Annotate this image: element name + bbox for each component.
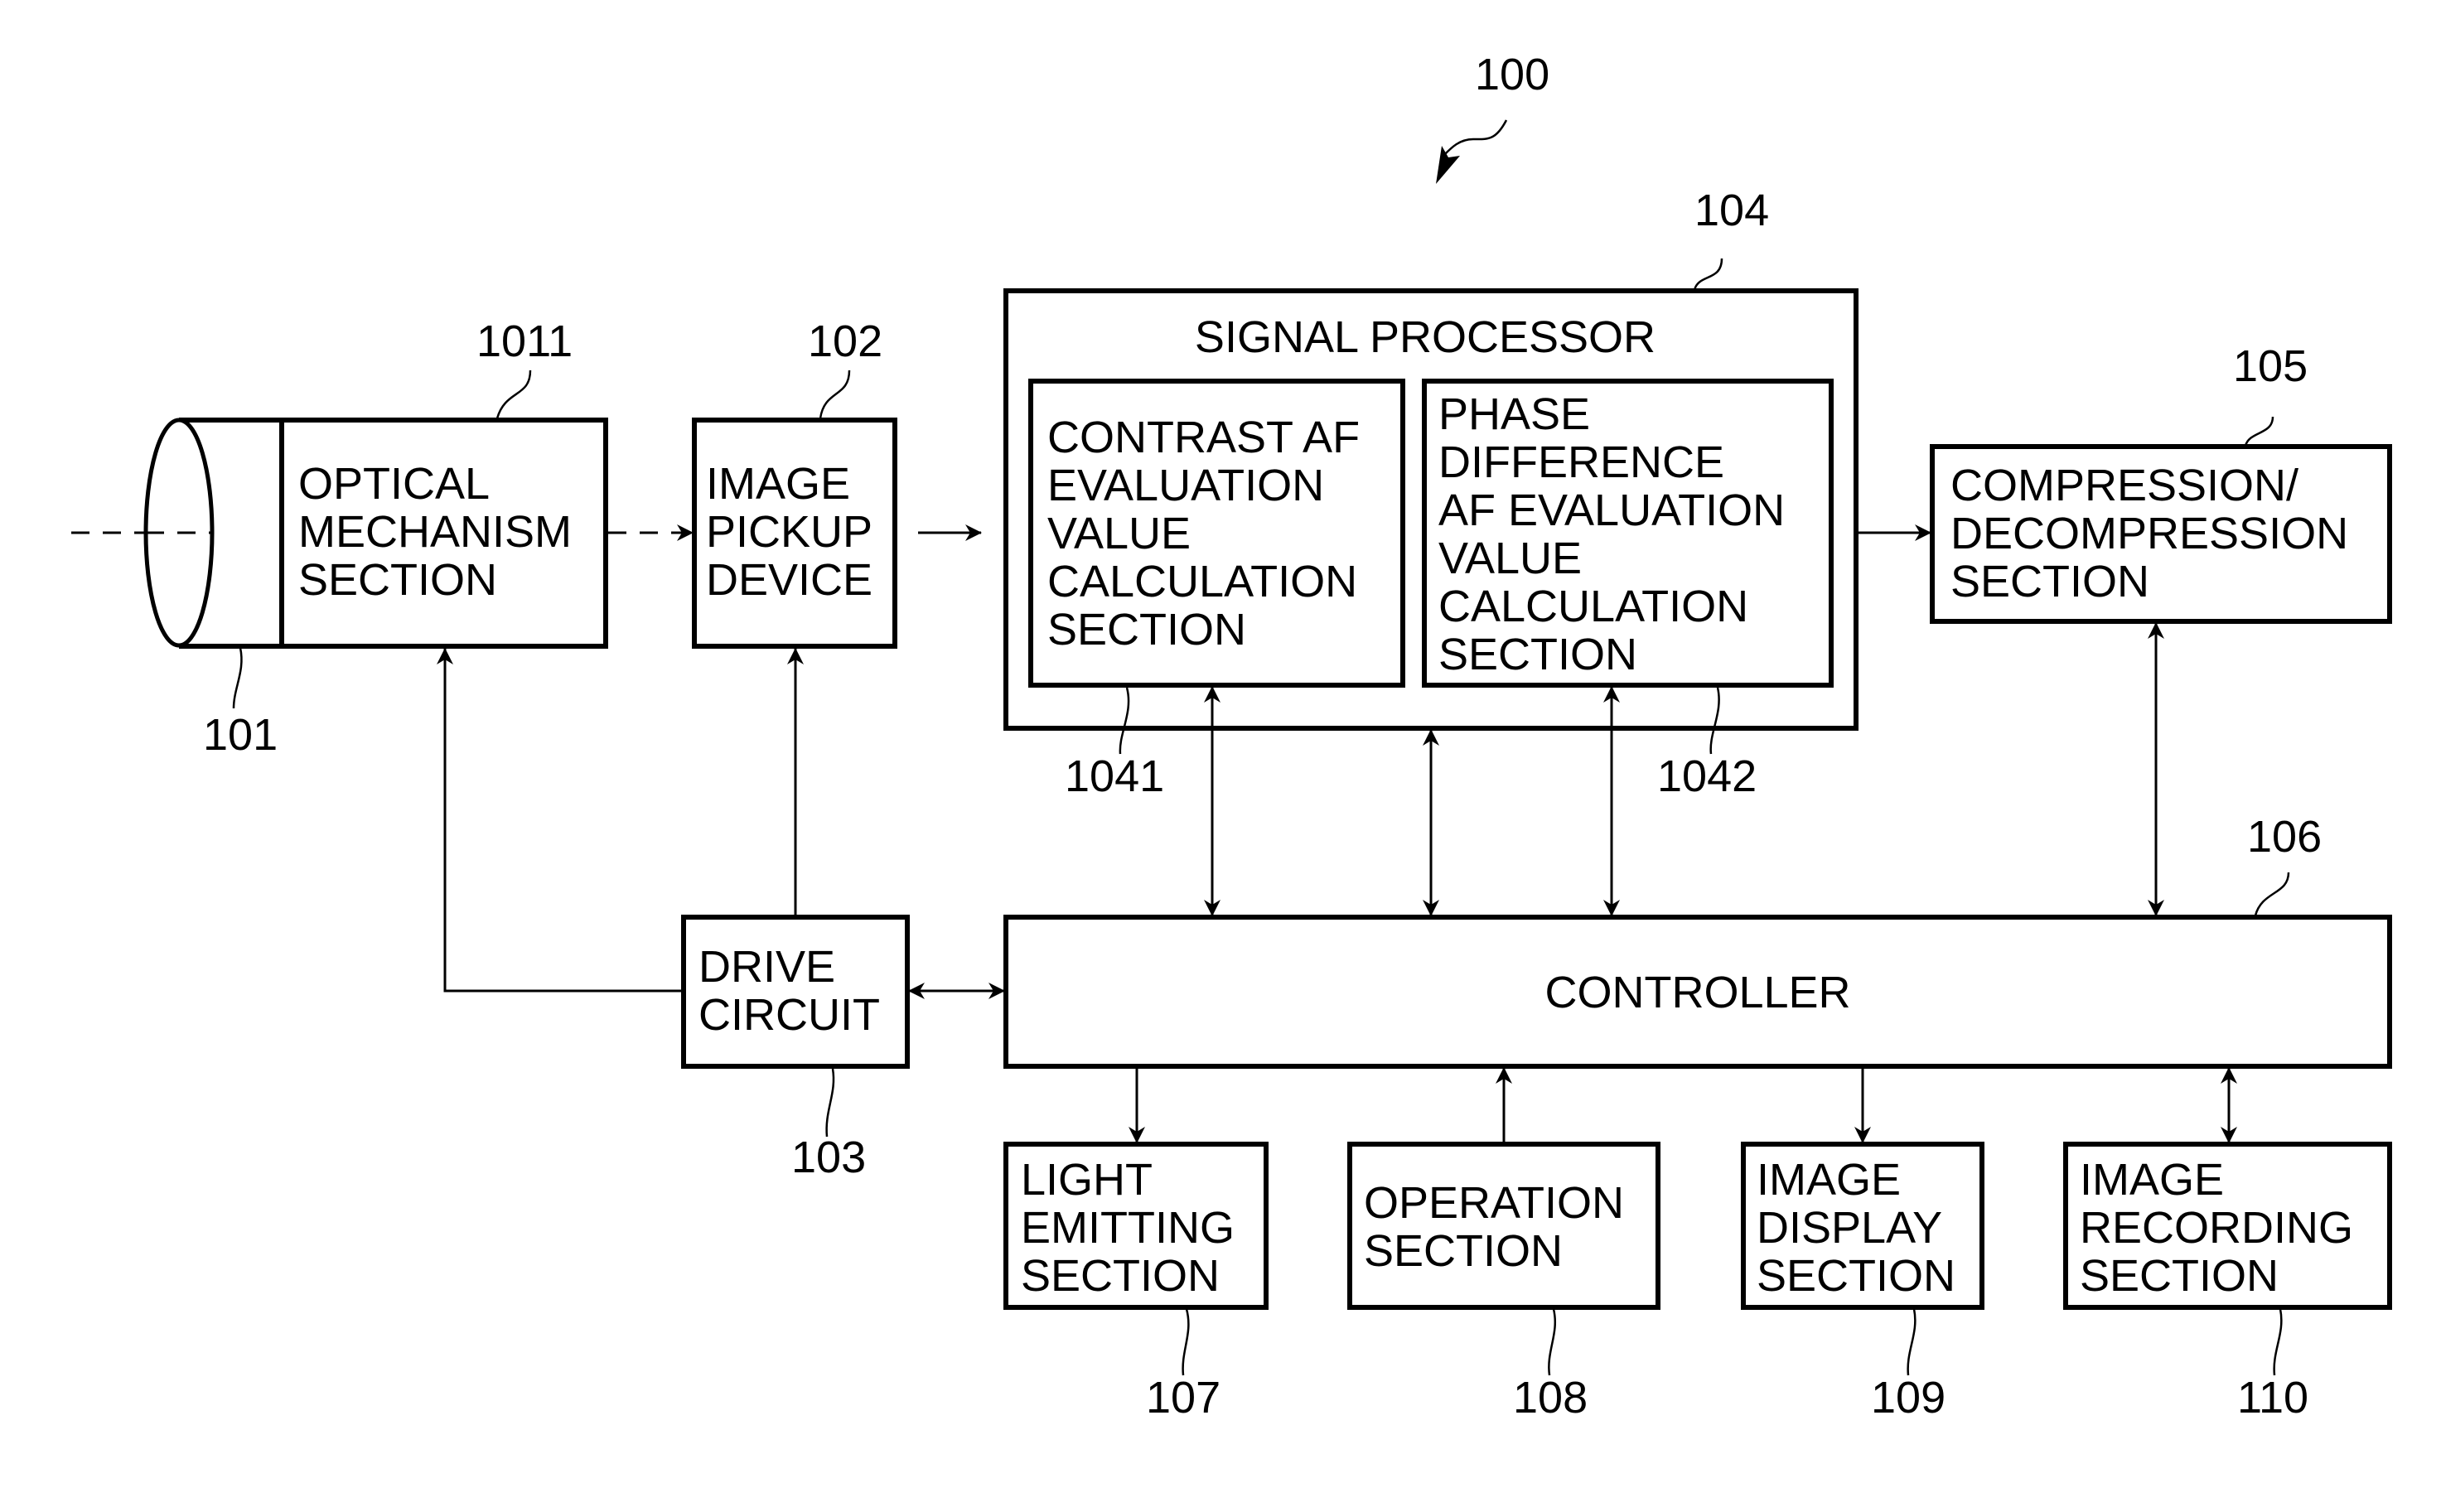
operation-section: OPERATION SECTION [1347,1142,1660,1310]
figure-ref-100: 100 [1475,50,1549,99]
contrast-line-4: CALCULATION [1047,557,1357,606]
figure-ref-leader [1441,119,1508,158]
recording-line-2: RECORDING [2080,1203,2353,1253]
ref-108: 108 [1513,1373,1588,1423]
contrast-line-5: SECTION [1047,605,1246,655]
phase-difference-af-section: PHASE DIFFERENCE AF EVALUATION VALUE CAL… [1422,379,1834,688]
ref-1011: 1011 [476,316,573,366]
compression-decompression-section: COMPRESSION/ DECOMPRESSION SECTION [1930,444,2392,624]
ref-107: 107 [1146,1373,1220,1423]
lens-101 [143,418,284,649]
leader-109 [1907,1308,1917,1376]
contrast-line-1: CONTRAST AF [1047,413,1360,462]
controller: CONTROLLER [1003,915,2392,1069]
arrow-drive-to-optical [437,648,682,993]
recording-line-1: IMAGE [2080,1155,2224,1205]
ref-103: 103 [791,1133,866,1182]
light-emitting-section: LIGHT EMITTING SECTION [1003,1142,1269,1310]
controller-title: CONTROLLER [1544,968,1850,1017]
contrast-line-3: VALUE [1047,509,1191,558]
leader-104 [1693,258,1723,291]
signal-processor-title: SIGNAL PROCESSOR [1195,312,1656,362]
light-line-1: LIGHT [1021,1155,1153,1205]
drive-circuit: DRIVE CIRCUIT [681,915,910,1069]
drive-line-1: DRIVE [698,942,835,992]
optical-line-3: SECTION [298,555,497,605]
light-line-2: EMITTING [1021,1203,1235,1253]
drive-line-2: CIRCUIT [698,990,880,1040]
pickup-line-2: PICKUP [706,507,872,557]
contrast-line-2: EVALUATION [1047,461,1324,510]
ref-109: 109 [1871,1373,1946,1423]
phase-line-3: AF EVALUATION [1438,485,1785,535]
ref-105: 105 [2233,341,2308,391]
ref-1041: 1041 [1065,751,1164,801]
ref-106: 106 [2247,812,2322,862]
leader-110 [2273,1308,2283,1376]
compression-line-1: COMPRESSION/ [1950,461,2298,510]
phase-line-1: PHASE [1438,389,1590,439]
contrast-af-section: CONTRAST AF EVALUATION VALUE CALCULATION… [1028,379,1405,688]
block-diagram: 100 101 OPTICAL MECHANISM SECTION 1011 I… [71,50,2392,1423]
display-line-2: DISPLAY [1757,1203,1942,1253]
operation-line-2: SECTION [1364,1226,1563,1276]
display-line-3: SECTION [1757,1251,1955,1301]
light-line-3: SECTION [1021,1251,1220,1301]
optical-mechanism-section: OPTICAL MECHANISM SECTION [279,418,608,649]
phase-line-6: SECTION [1438,630,1637,679]
phase-line-5: CALCULATION [1438,582,1748,631]
compression-line-3: SECTION [1950,557,2149,606]
ref-102: 102 [808,316,882,366]
leader-108 [1548,1308,1557,1376]
leader-1011 [495,370,532,419]
leader-105 [2244,416,2274,447]
operation-line-1: OPERATION [1364,1178,1624,1228]
recording-line-3: SECTION [2080,1251,2279,1301]
compression-line-2: DECOMPRESSION [1950,509,2348,558]
ref-1042: 1042 [1657,751,1757,801]
optical-line-2: MECHANISM [298,507,572,557]
ref-104: 104 [1694,186,1769,235]
pickup-line-1: IMAGE [706,459,850,509]
leader-106 [2254,872,2290,916]
leader-103 [825,1068,835,1138]
display-line-1: IMAGE [1757,1155,1901,1205]
leader-101 [232,647,243,709]
image-pickup-device: IMAGE PICKUP DEVICE [692,418,897,649]
ref-110: 110 [2237,1373,2308,1423]
image-recording-section: IMAGE RECORDING SECTION [2063,1142,2392,1310]
phase-line-4: VALUE [1438,534,1582,583]
leader-102 [819,370,851,419]
leader-107 [1182,1308,1190,1376]
image-display-section: IMAGE DISPLAY SECTION [1741,1142,1984,1310]
phase-line-2: DIFFERENCE [1438,437,1724,487]
optical-line-1: OPTICAL [298,459,490,509]
ref-101: 101 [203,710,278,760]
pickup-line-3: DEVICE [706,555,872,605]
